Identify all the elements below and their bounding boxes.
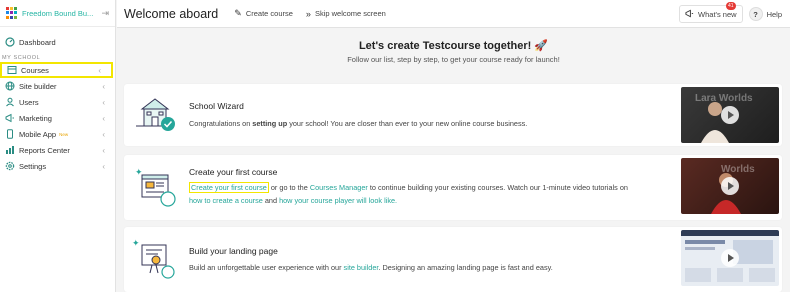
desc-text: or go to the: [268, 183, 310, 192]
sidebar-item-reports-center[interactable]: Reports Center ‹: [0, 142, 115, 158]
sidebar-item-label: Users: [19, 97, 39, 107]
page-title: Welcome aboard: [124, 6, 219, 21]
chevron-left-icon: ‹: [98, 65, 101, 75]
mobile-icon: [5, 129, 15, 139]
sidebar-item-label: Reports Center: [19, 145, 70, 155]
school-logo-icon: [6, 7, 17, 19]
hero-title: Let's create Testcourse together! 🚀: [358, 40, 549, 52]
megaphone-icon: [685, 9, 694, 20]
card-description: Build an unforgettable user experience w…: [189, 262, 669, 275]
video-thumbnail[interactable]: Lara Worlds: [681, 87, 779, 143]
course-builder-icon: ✦: [132, 165, 178, 207]
help-button[interactable]: ? Help: [748, 7, 782, 21]
site-builder-link[interactable]: site builder: [344, 263, 379, 272]
chevron-left-icon: ‹: [102, 81, 105, 91]
chevron-left-icon: ‹: [102, 97, 105, 107]
card-description: Congratulations on setting up your schoo…: [189, 118, 669, 131]
courses-icon: [7, 65, 17, 75]
edit-icon: ✎: [234, 8, 242, 18]
card-title: School Wizard: [189, 101, 244, 111]
create-course-card: ✦ Create your first course Create your f…: [124, 155, 782, 220]
video-thumbnail[interactable]: [681, 230, 779, 286]
sidebar-item-settings[interactable]: Settings ‹: [0, 158, 115, 174]
brand-header[interactable]: Freedom Bound Bu... ⇥: [0, 0, 115, 27]
sidebar-item-label: Settings: [19, 161, 47, 171]
desc-text: and: [262, 195, 280, 205]
courses-manager-link[interactable]: Courses Manager: [310, 183, 368, 192]
how-to-create-course-link[interactable]: how to create a course: [189, 196, 263, 205]
play-icon[interactable]: [721, 177, 739, 195]
globe-icon: [5, 81, 15, 91]
gear-icon: [5, 161, 15, 171]
skip-forward-icon: »: [305, 8, 311, 19]
sidebar-item-dashboard[interactable]: Dashboard: [0, 34, 115, 50]
whats-new-button[interactable]: What's new 41: [679, 2, 743, 23]
sidebar-item-label: Courses: [21, 65, 49, 75]
hero-subtitle: Follow our list, step by step, to get yo…: [347, 55, 560, 64]
help-label: Help: [766, 9, 782, 19]
sidebar-item-label: Dashboard: [19, 37, 56, 47]
new-badge: New: [59, 131, 69, 137]
user-icon: [5, 97, 15, 107]
desc-bold-text: setting up: [252, 119, 288, 128]
sidebar-item-site-builder[interactable]: Site builder ‹: [0, 78, 115, 94]
sidebar-item-label: Marketing: [19, 113, 52, 123]
create-course-label: Create course: [245, 9, 293, 18]
school-name[interactable]: Freedom Bound Bu...: [22, 9, 98, 18]
desc-text: to continue building your existing cours…: [367, 183, 628, 192]
sidebar-item-mobile-app[interactable]: Mobile App New ‹: [0, 126, 115, 142]
sidebar-item-marketing[interactable]: Marketing ‹: [0, 110, 115, 126]
chart-icon: [5, 145, 15, 155]
notification-count-badge: 41: [726, 2, 736, 10]
chevron-left-icon: ‹: [102, 161, 105, 171]
card-description: Create your first course or go to the Co…: [189, 182, 669, 207]
course-player-link[interactable]: how your course player will look like.: [279, 196, 397, 205]
logout-icon[interactable]: ⇥: [101, 8, 109, 19]
top-bar: Welcome aboard ✎ Create course » Skip we…: [117, 0, 790, 28]
desc-text: Congratulations on: [189, 119, 253, 128]
landing-page-card: ✦ Build your landing page Build an unfor…: [124, 227, 782, 292]
create-course-button[interactable]: ✎ Create course: [234, 8, 293, 19]
desc-text: Build an unforgettable user experience w…: [189, 263, 344, 272]
chevron-left-icon: ‹: [102, 145, 105, 155]
chevron-left-icon: ‹: [102, 113, 105, 123]
dashboard-icon: [5, 37, 15, 47]
card-title: Build your landing page: [189, 246, 278, 256]
school-building-icon: [132, 94, 178, 134]
whats-new-label: What's new: [698, 9, 737, 19]
desc-text: your school! You are closer than ever to…: [287, 119, 528, 128]
sidebar-item-users[interactable]: Users ‹: [0, 94, 115, 110]
sidebar-item-label: Mobile App: [19, 129, 57, 139]
card-title: Create your first course: [189, 167, 278, 177]
skip-welcome-button[interactable]: » Skip welcome screen: [306, 9, 386, 19]
chevron-left-icon: ‹: [102, 129, 105, 139]
sidebar-item-label: Site builder: [19, 81, 57, 91]
desc-text: . Designing an amazing landing page is f…: [378, 263, 553, 272]
play-icon[interactable]: [721, 106, 739, 124]
svg-text:✦: ✦: [132, 238, 140, 248]
section-label: MY SCHOOL: [2, 55, 41, 61]
landing-page-icon: ✦: [132, 237, 178, 279]
create-first-course-link[interactable]: Create your first course: [189, 182, 269, 193]
megaphone-icon: [5, 113, 15, 123]
question-icon: ?: [748, 7, 763, 21]
video-thumbnail[interactable]: Worlds: [681, 158, 779, 214]
sidebar: Freedom Bound Bu... ⇥ Dashboard MY SCHOO…: [0, 0, 116, 292]
play-icon[interactable]: [721, 249, 739, 267]
skip-welcome-label: Skip welcome screen: [314, 9, 386, 18]
school-wizard-card: School Wizard Congratulations on setting…: [124, 84, 782, 146]
sidebar-item-courses[interactable]: Courses ‹: [0, 62, 113, 78]
